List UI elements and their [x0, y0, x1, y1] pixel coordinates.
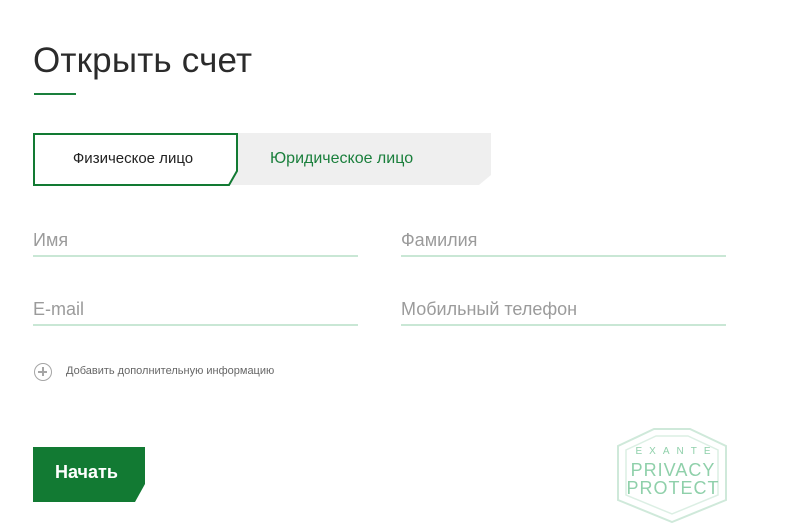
badge-brand: EXANTE	[635, 446, 718, 457]
page-title: Открыть счет	[33, 41, 253, 81]
tab-legal-entity-label[interactable]: Юридическое лицо	[270, 133, 413, 185]
phone-field	[401, 284, 726, 326]
email-input[interactable]	[33, 299, 358, 320]
phone-input[interactable]	[401, 299, 726, 320]
account-type-tabs: Юридическое лицо Физическое лицо	[33, 133, 491, 186]
add-info-label[interactable]: Добавить дополнительную информацию	[66, 365, 274, 377]
start-button[interactable]: Начать	[33, 447, 145, 502]
first-name-input[interactable]	[33, 230, 358, 251]
first-name-field	[33, 215, 358, 257]
last-name-field	[401, 215, 726, 257]
start-button-label: Начать	[55, 462, 118, 482]
tab-individual[interactable]: Физическое лицо	[33, 133, 239, 186]
title-underline	[34, 93, 76, 95]
email-field	[33, 284, 358, 326]
privacy-badge: EXANTE PRIVACY PROTECT	[614, 428, 732, 523]
badge-protect: PROTECT	[626, 478, 720, 498]
tab-individual-label: Физическое лицо	[72, 150, 194, 167]
plus-circle-icon[interactable]	[34, 363, 52, 381]
last-name-input[interactable]	[401, 230, 726, 251]
